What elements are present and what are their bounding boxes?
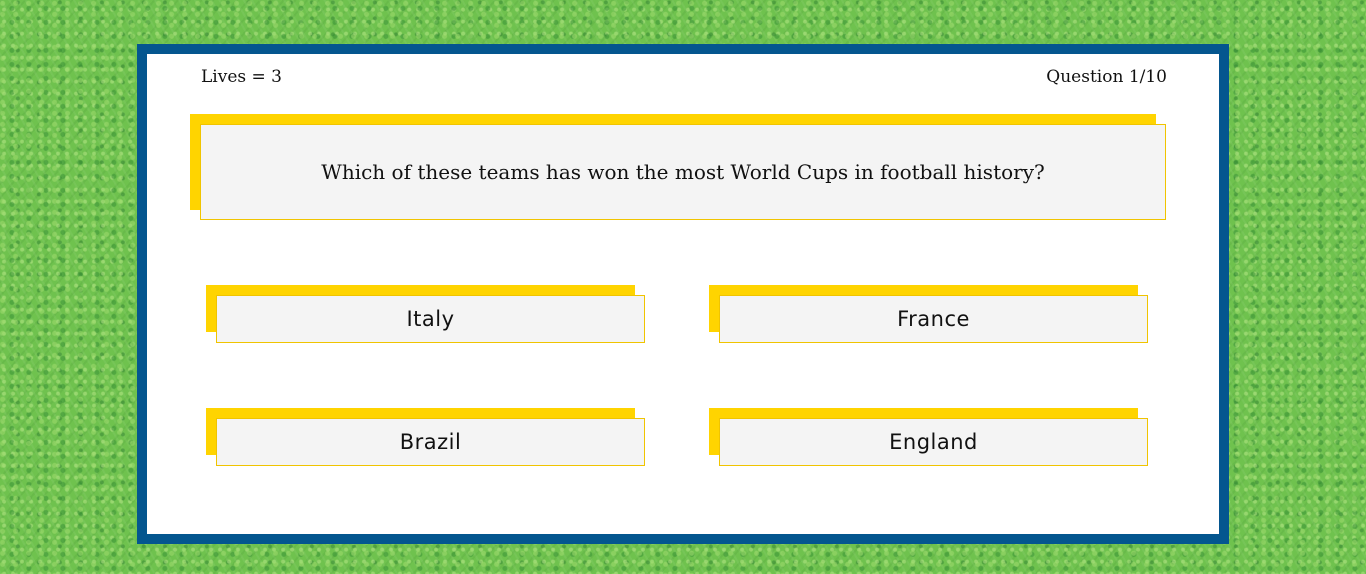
answer-label: Italy	[406, 307, 455, 331]
answer-button-england[interactable]: England	[719, 418, 1148, 466]
lives-counter: Lives = 3	[201, 67, 282, 87]
question-text: Which of these teams has won the most Wo…	[321, 160, 1045, 184]
answer-label: Brazil	[399, 430, 462, 454]
answer-button-brazil[interactable]: Brazil	[216, 418, 645, 466]
quiz-container: Lives = 3 Question 1/10 Which of these t…	[137, 44, 1229, 544]
question-box: Which of these teams has won the most Wo…	[200, 124, 1166, 220]
answer-button-italy[interactable]: Italy	[216, 295, 645, 343]
answer-button-france[interactable]: France	[719, 295, 1148, 343]
answer-label: England	[889, 430, 978, 454]
question-counter: Question 1/10	[1046, 67, 1167, 87]
answer-label: France	[897, 307, 970, 331]
